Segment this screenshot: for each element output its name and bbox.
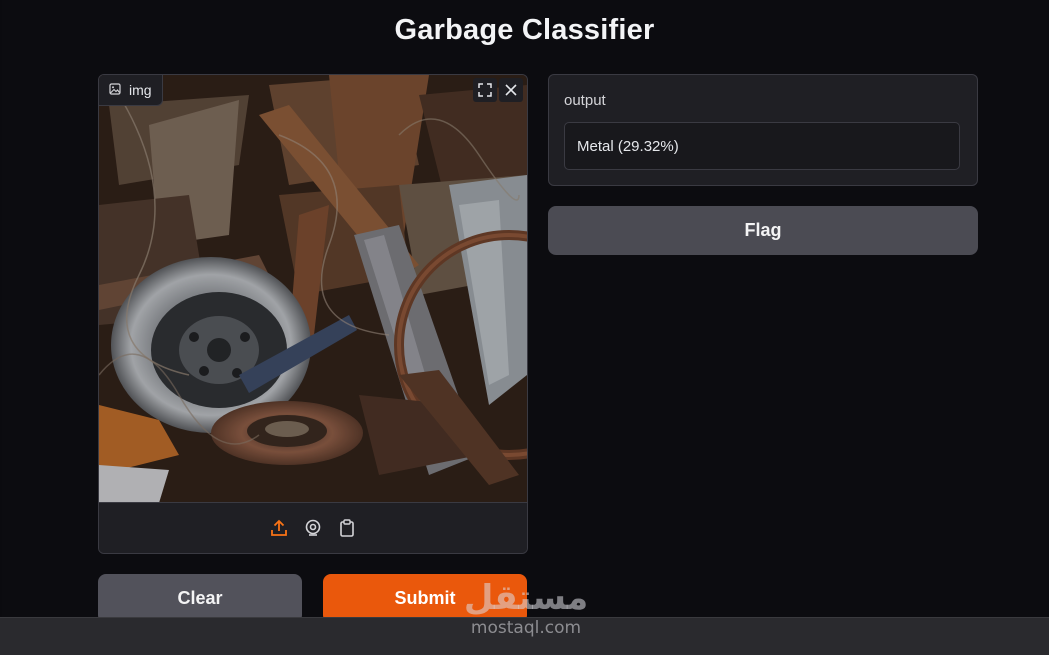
image-top-controls xyxy=(473,78,523,102)
webcam-icon[interactable] xyxy=(303,518,323,538)
image-input-panel[interactable]: img xyxy=(98,74,528,554)
app-root: Garbage Classifier img Clear Submit outp… xyxy=(2,0,1047,623)
image-source-toolbar xyxy=(99,502,527,553)
image-input-label: img xyxy=(99,75,163,106)
watermark-logo: مستقل mostaql.com xyxy=(456,580,596,638)
watermark-url: mostaql.com xyxy=(470,618,582,638)
output-label: output xyxy=(564,92,606,109)
clear-button[interactable]: Clear xyxy=(98,574,302,623)
flag-button[interactable]: Flag xyxy=(548,206,978,255)
output-textbox[interactable]: Metal (29.32%) xyxy=(564,122,960,170)
page-title: Garbage Classifier xyxy=(394,14,655,46)
image-icon xyxy=(109,82,121,98)
watermark-arabic: مستقل xyxy=(463,578,589,618)
clipboard-icon[interactable] xyxy=(337,518,357,538)
close-icon[interactable] xyxy=(499,78,523,102)
output-panel: output Metal (29.32%) xyxy=(548,74,978,186)
upload-icon[interactable] xyxy=(269,518,289,538)
fullscreen-icon[interactable] xyxy=(473,78,497,102)
image-label-text: img xyxy=(129,82,152,98)
scrap-metal-photo xyxy=(99,75,527,503)
